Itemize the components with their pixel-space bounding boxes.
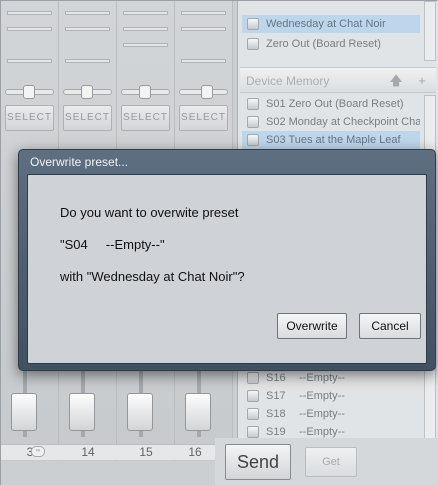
dialog-message-line: with "Wednesday at Chat Noir"? [60, 269, 245, 284]
overwrite-button[interactable]: Overwrite [277, 313, 347, 339]
dialog-body: Do you want to overwite preset "S04 --Em… [27, 174, 427, 364]
dialog-preset-line: "S04 --Empty--" [60, 237, 165, 252]
dialog-message-line: Do you want to overwite preset [60, 205, 239, 220]
mixer-app-window: SELECT 3 SELECT ∞ 14 SELECT 15 SELECT 16… [0, 0, 438, 485]
dialog-title: Overwrite preset... [30, 155, 129, 169]
overwrite-dialog: Overwrite preset... Do you want to overw… [18, 149, 436, 371]
cancel-button[interactable]: Cancel [359, 313, 421, 339]
